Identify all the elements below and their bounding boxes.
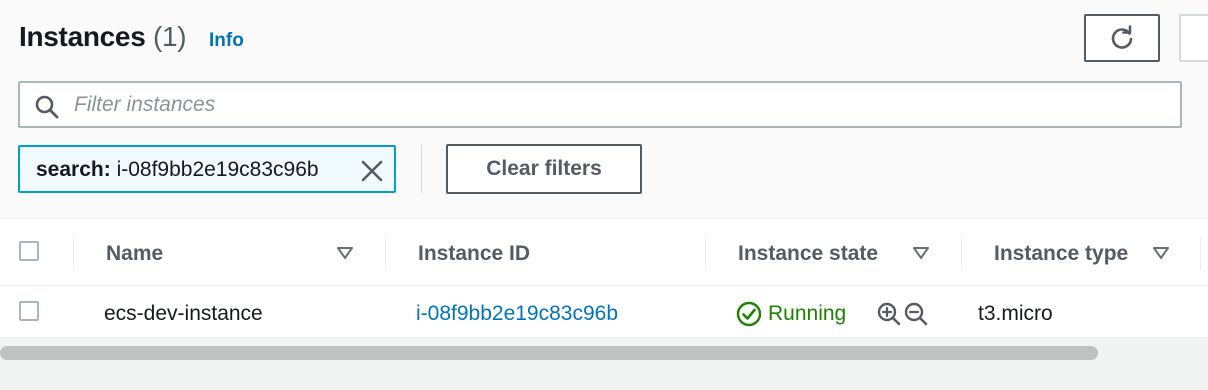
column-header-instance-state[interactable]: Instance state <box>738 242 878 266</box>
column-divider <box>705 236 706 270</box>
status-badge: Running <box>736 300 846 328</box>
column-divider <box>385 236 386 270</box>
search-box[interactable] <box>18 81 1182 128</box>
cell-instance-id-link[interactable]: i-08f9bb2e19c83c96b <box>416 302 618 326</box>
sort-down-icon[interactable] <box>336 246 354 260</box>
filter-token-text: search: i-08f9bb2e19c83c96b <box>36 158 319 182</box>
instances-panel: Instances (1) Info search: i-08f9bb2e19c… <box>0 0 1208 338</box>
check-circle-icon <box>736 301 762 327</box>
row-divider <box>0 337 1208 338</box>
search-icon <box>35 95 59 119</box>
column-divider <box>961 236 962 270</box>
column-header-instance-id[interactable]: Instance ID <box>418 242 530 266</box>
filter-token: search: i-08f9bb2e19c83c96b <box>18 145 396 193</box>
instance-count: (1) <box>152 21 187 52</box>
column-divider <box>1200 236 1201 270</box>
clear-filters-button[interactable]: Clear filters <box>446 144 642 194</box>
table-top-divider <box>0 218 1208 219</box>
header-row-divider <box>0 285 1208 286</box>
info-link[interactable]: Info <box>209 30 244 52</box>
refresh-button[interactable] <box>1084 14 1160 62</box>
sort-down-icon[interactable] <box>1152 246 1170 260</box>
zoom-out-icon[interactable] <box>903 301 929 327</box>
filter-token-key: search: <box>36 158 111 181</box>
actions-button[interactable] <box>1179 14 1208 62</box>
filter-token-value: i-08f9bb2e19c83c96b <box>116 158 319 181</box>
status-text: Running <box>768 302 847 325</box>
zoom-in-icon[interactable] <box>876 301 902 327</box>
column-header-instance-type[interactable]: Instance type <box>994 242 1128 266</box>
cell-instance-type: t3.micro <box>978 302 1053 325</box>
title-text: Instances <box>19 21 146 52</box>
cell-name: ecs-dev-instance <box>104 302 263 325</box>
refresh-icon <box>1111 25 1133 49</box>
select-all-checkbox[interactable] <box>19 241 39 261</box>
column-divider <box>73 236 74 270</box>
filter-divider <box>421 145 422 193</box>
search-input[interactable] <box>74 91 1164 119</box>
scrollbar-thumb[interactable] <box>0 346 1098 360</box>
row-checkbox[interactable] <box>19 301 39 321</box>
page-title: Instances (1) <box>19 21 187 53</box>
column-header-name[interactable]: Name <box>106 242 163 266</box>
close-icon[interactable] <box>360 159 384 183</box>
sort-down-icon[interactable] <box>912 246 930 260</box>
